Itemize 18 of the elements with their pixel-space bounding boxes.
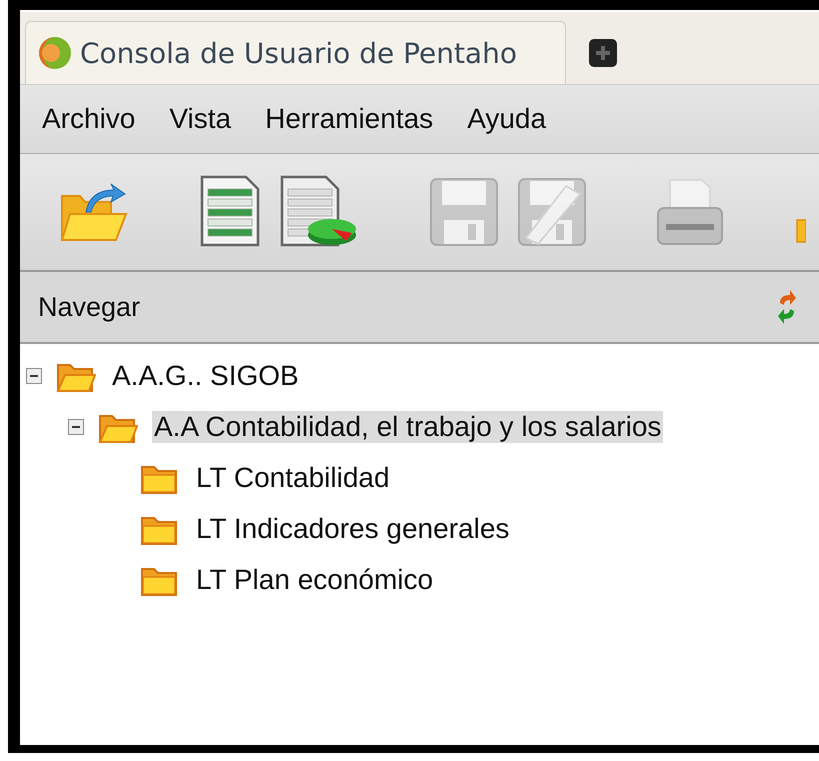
collapse-icon[interactable] <box>26 368 42 384</box>
refresh-icon[interactable] <box>777 289 797 325</box>
spreadsheet-icon[interactable] <box>198 175 262 249</box>
browser-tab[interactable]: Consola de Usuario de Pentaho <box>25 21 566 84</box>
new-tab-icon[interactable] <box>588 38 618 68</box>
tree-item[interactable]: A.A Contabilidad, el trabajo y los salarios <box>152 410 664 442</box>
collapse-icon[interactable] <box>68 418 84 434</box>
tree-item[interactable]: LT Indicadores generales <box>194 512 512 544</box>
tree-item[interactable]: LT Plan económico <box>194 564 436 596</box>
app-logo-icon <box>38 36 72 70</box>
pie-chart-document-icon[interactable] <box>278 175 358 249</box>
menu-item[interactable]: Ayuda <box>467 103 546 135</box>
menu-item[interactable]: Herramientas <box>265 103 434 135</box>
tree-item[interactable]: LT Contabilidad <box>194 462 392 494</box>
panel-title: Navegar <box>38 292 140 322</box>
menu-item[interactable]: Vista <box>169 103 232 135</box>
tree-item[interactable]: A.A.G.. SIGOB <box>110 360 301 392</box>
menu-item[interactable]: Archivo <box>42 103 136 135</box>
